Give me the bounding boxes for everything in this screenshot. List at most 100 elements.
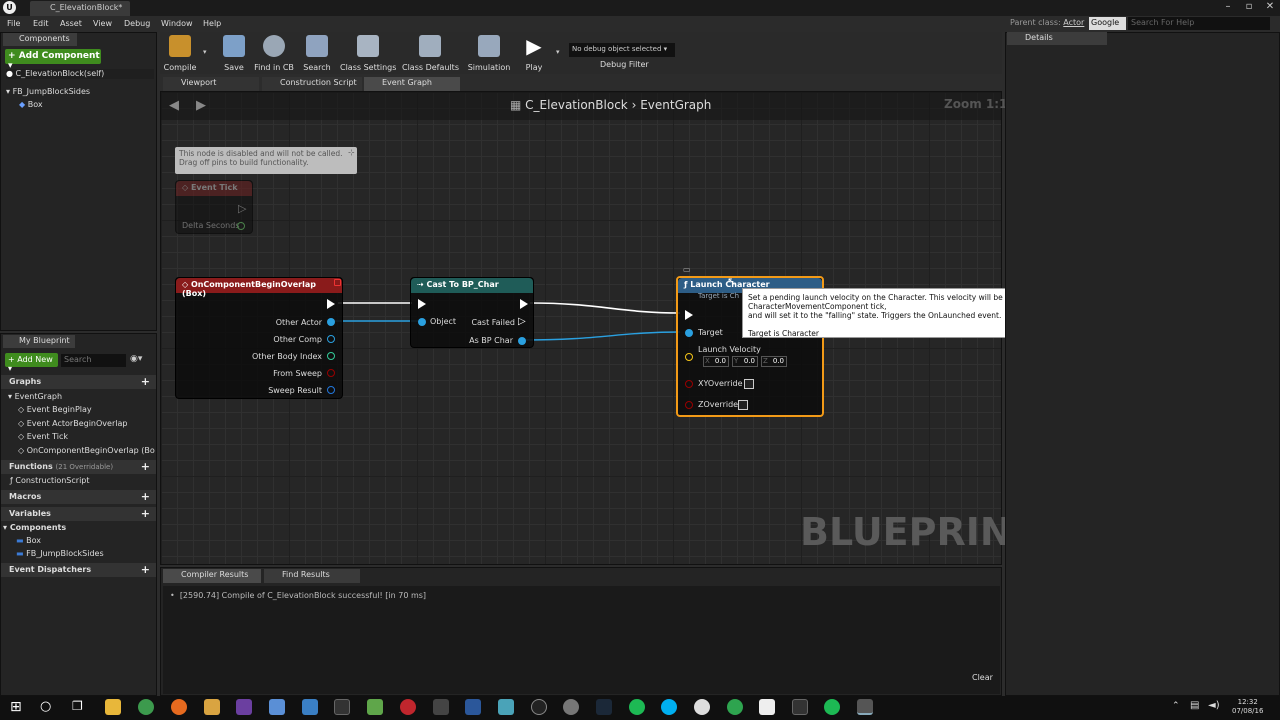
forward-arrow-icon[interactable]: ▶ xyxy=(196,98,206,113)
functions-section[interactable]: Functions (21 Overridable) + xyxy=(1,460,156,474)
archive-icon[interactable] xyxy=(204,699,220,715)
add-graph-icon[interactable]: + xyxy=(141,375,150,388)
add-function-icon[interactable]: + xyxy=(141,460,150,473)
tool-app-icon[interactable] xyxy=(433,699,449,715)
menu-asset[interactable]: Asset xyxy=(60,17,82,31)
close-icon[interactable]: ✕ xyxy=(1261,0,1279,14)
save-button[interactable]: Save xyxy=(220,33,248,73)
macros-section[interactable]: Macros + xyxy=(1,490,156,504)
graphs-section[interactable]: Graphs + xyxy=(1,375,156,389)
from-sweep-pin[interactable] xyxy=(327,369,335,377)
cube-app-icon[interactable] xyxy=(269,699,285,715)
graph-eventgraph[interactable]: ▾ EventGraph xyxy=(8,392,62,401)
delta-seconds-pin[interactable] xyxy=(237,222,245,230)
steam-icon[interactable] xyxy=(596,699,612,715)
components-tab[interactable]: Components xyxy=(3,33,77,46)
clock[interactable]: 12:32 07/08/16 xyxy=(1232,698,1263,716)
minimize-icon[interactable]: – xyxy=(1219,0,1237,14)
debug-object-select[interactable]: No debug object selected ▾ xyxy=(569,43,675,57)
tab-compiler-results[interactable]: Compiler Results xyxy=(163,569,261,583)
tab-construction-script[interactable]: Construction Script xyxy=(262,77,362,91)
network-icon[interactable]: ▤ xyxy=(1190,700,1199,711)
word-icon[interactable] xyxy=(465,699,481,715)
class-defaults-button[interactable]: Class Defaults xyxy=(402,33,459,73)
add-macro-icon[interactable]: + xyxy=(141,490,150,503)
other-body-index-pin[interactable] xyxy=(327,352,335,360)
tab-event-graph[interactable]: Event Graph xyxy=(364,77,460,91)
menu-debug[interactable]: Debug xyxy=(124,17,150,31)
file-explorer-icon[interactable] xyxy=(105,699,121,715)
headset-app-icon[interactable] xyxy=(727,699,743,715)
obs-icon[interactable] xyxy=(531,699,547,715)
xy-override-pin[interactable] xyxy=(685,380,693,388)
help-search-input[interactable]: Search For Help xyxy=(1128,17,1270,30)
music-app-icon[interactable] xyxy=(694,699,710,715)
as-bp-char-pin[interactable] xyxy=(518,337,526,345)
document-tab[interactable]: C_ElevationBlock* xyxy=(30,1,130,16)
cast-exec-out-pin[interactable] xyxy=(520,299,528,309)
help-source-select[interactable]: Google xyxy=(1089,17,1126,30)
launch-target-pin[interactable] xyxy=(685,329,693,337)
firefox-icon[interactable] xyxy=(171,699,187,715)
z-override-pin[interactable] xyxy=(685,401,693,409)
spotify-2-icon[interactable] xyxy=(824,699,840,715)
variable-fb-jumpblocksides[interactable]: ▬ FB_JumpBlockSides xyxy=(16,549,104,558)
output-delegate-pin[interactable] xyxy=(334,279,341,286)
other-comp-pin[interactable] xyxy=(327,335,335,343)
epic-games-icon[interactable] xyxy=(792,699,808,715)
velocity-y-input[interactable]: Y 0.0 xyxy=(732,356,758,367)
cast-to-bp-char-node[interactable]: ⇢ Cast To BP_Char Object Cast Failed ▷ A… xyxy=(410,277,534,348)
visual-studio-icon[interactable] xyxy=(236,699,252,715)
blueprint-search-input[interactable]: Search xyxy=(61,354,126,367)
unreal-taskbar-icon[interactable] xyxy=(857,699,873,715)
windows-start-icon[interactable]: ⊞ xyxy=(10,699,26,715)
play-options-chevron-icon[interactable]: ▾ xyxy=(556,48,560,56)
my-blueprint-tab[interactable]: My Blueprint xyxy=(3,335,75,348)
node-comment-bubble-icon[interactable]: ▭ xyxy=(683,265,691,274)
event-tick-node[interactable]: ◇ Event Tick ▷ Delta Seconds xyxy=(175,180,253,234)
add-variable-icon[interactable]: + xyxy=(141,507,150,520)
menu-edit[interactable]: Edit xyxy=(33,17,49,31)
document-app-icon[interactable] xyxy=(367,699,383,715)
variable-box[interactable]: ▬ Box xyxy=(16,536,41,545)
other-actor-pin[interactable] xyxy=(327,318,335,326)
find-in-cb-button[interactable]: Find in CB xyxy=(253,33,295,73)
chrome-icon[interactable] xyxy=(138,699,154,715)
event-oncomponentbeginoverlap[interactable]: ◇ OnComponentBeginOverlap (Bo xyxy=(18,446,155,455)
component-box[interactable]: ◆ Box xyxy=(19,100,43,109)
red-app-icon[interactable] xyxy=(400,699,416,715)
z-override-checkbox[interactable] xyxy=(738,400,748,410)
tab-find-results[interactable]: Find Results xyxy=(264,569,360,583)
sweep-result-pin[interactable] xyxy=(327,386,335,394)
epic-launcher-icon[interactable] xyxy=(334,699,350,715)
add-new-button[interactable]: + Add New ▾ xyxy=(5,353,58,373)
event-tick[interactable]: ◇ Event Tick xyxy=(18,432,68,441)
play-button[interactable]: ▶ Play xyxy=(518,33,550,73)
class-settings-button[interactable]: Class Settings xyxy=(340,33,396,73)
add-dispatcher-icon[interactable]: + xyxy=(141,563,150,576)
add-component-button[interactable]: + Add Component ▾ xyxy=(5,49,101,71)
volume-icon[interactable]: ◄) xyxy=(1208,700,1220,711)
velocity-z-input[interactable]: Z 0.0 xyxy=(761,356,787,367)
tray-up-arrow-icon[interactable]: ⌃ xyxy=(1172,701,1180,711)
overlap-exec-out-pin[interactable] xyxy=(327,299,335,309)
eye-icon[interactable]: ◉▾ xyxy=(130,354,142,364)
compile-options-chevron-icon[interactable]: ▾ xyxy=(203,48,207,56)
clear-button[interactable]: Clear xyxy=(972,673,993,682)
window-app-icon[interactable] xyxy=(302,699,318,715)
simulation-button[interactable]: Simulation xyxy=(466,33,512,73)
skype-icon[interactable] xyxy=(661,699,677,715)
tab-viewport[interactable]: Viewport xyxy=(163,77,259,91)
menu-file[interactable]: File xyxy=(7,17,20,31)
cast-object-pin[interactable] xyxy=(418,318,426,326)
launch-exec-in-pin[interactable] xyxy=(685,310,693,320)
app-icon-14[interactable] xyxy=(563,699,579,715)
event-beginplay[interactable]: ◇ Event BeginPlay xyxy=(18,405,92,414)
spotify-icon[interactable] xyxy=(629,699,645,715)
xy-override-checkbox[interactable] xyxy=(744,379,754,389)
details-tab[interactable]: Details xyxy=(1007,32,1107,45)
task-view-icon[interactable]: ❐ xyxy=(72,699,83,713)
variables-components-group[interactable]: ▾ Components xyxy=(3,523,66,532)
menu-window[interactable]: Window xyxy=(161,17,193,31)
menu-view[interactable]: View xyxy=(93,17,112,31)
